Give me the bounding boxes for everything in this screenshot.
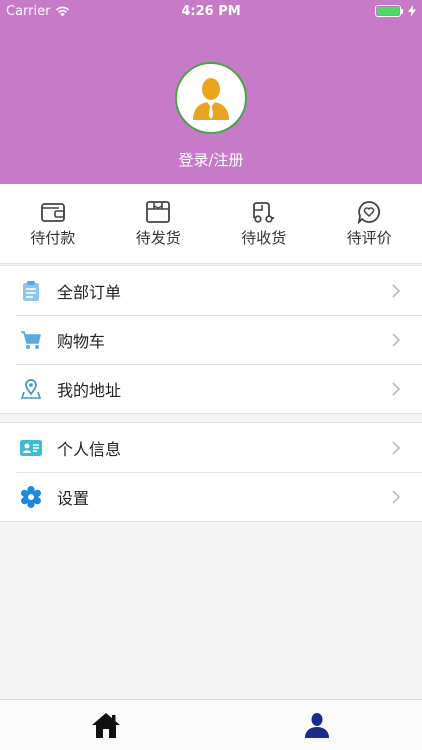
menu-label: 设置 xyxy=(57,488,90,508)
order-label: 待发货 xyxy=(135,229,181,247)
heart-bubble-icon xyxy=(358,201,381,224)
menu-label: 购物车 xyxy=(57,331,106,351)
menu-all-orders[interactable]: 全部订单 xyxy=(0,266,422,315)
chevron-right-icon xyxy=(392,381,400,396)
status-bar: Carrier 4:26 PM xyxy=(0,0,422,22)
chevron-right-icon xyxy=(392,440,400,455)
tab-home[interactable] xyxy=(0,700,211,750)
menu-my-address[interactable]: 我的地址 xyxy=(0,364,422,413)
tab-bar xyxy=(0,699,422,750)
menu-label: 个人信息 xyxy=(57,439,122,459)
avatar[interactable] xyxy=(175,62,247,134)
battery-icon xyxy=(375,5,403,17)
clipboard-icon xyxy=(23,280,39,301)
menu-group-account: 个人信息 设置 xyxy=(0,422,422,522)
order-label: 待付款 xyxy=(30,229,76,247)
chevron-right-icon xyxy=(392,283,400,298)
menu-shopping-cart[interactable]: 购物车 xyxy=(0,315,422,364)
gear-icon xyxy=(21,485,41,508)
order-label: 待评价 xyxy=(346,229,392,247)
order-label: 待收货 xyxy=(241,229,287,247)
user-icon xyxy=(304,713,329,738)
chevron-right-icon xyxy=(392,332,400,347)
order-pending-receipt[interactable]: 待收货 xyxy=(211,184,317,263)
order-pending-payment[interactable]: 待付款 xyxy=(0,184,106,263)
cart-icon xyxy=(21,330,41,349)
chevron-right-icon xyxy=(392,489,400,504)
order-pending-shipment[interactable]: 待发货 xyxy=(106,184,212,263)
login-register-link[interactable]: 登录/注册 xyxy=(0,149,422,170)
menu-label: 全部订单 xyxy=(57,282,122,302)
default-avatar-icon xyxy=(193,78,229,120)
wallet-icon xyxy=(40,203,65,222)
box-icon xyxy=(146,201,171,223)
menu-settings[interactable]: 设置 xyxy=(0,472,422,521)
truck-icon xyxy=(252,202,274,223)
menu-group-orders: 全部订单 购物车 我的地址 xyxy=(0,265,422,414)
location-pin-icon xyxy=(21,378,41,399)
menu-personal-info[interactable]: 个人信息 xyxy=(0,423,422,472)
order-status-row: 待付款 待发货 待收货 待评价 xyxy=(0,184,422,264)
menu-label: 我的地址 xyxy=(57,380,122,400)
home-icon xyxy=(91,713,120,738)
order-pending-review[interactable]: 待评价 xyxy=(317,184,422,263)
status-time: 4:26 PM xyxy=(181,3,241,19)
profile-header: 登录/注册 xyxy=(0,0,422,184)
tab-profile[interactable] xyxy=(211,700,422,750)
id-card-icon xyxy=(20,439,42,456)
